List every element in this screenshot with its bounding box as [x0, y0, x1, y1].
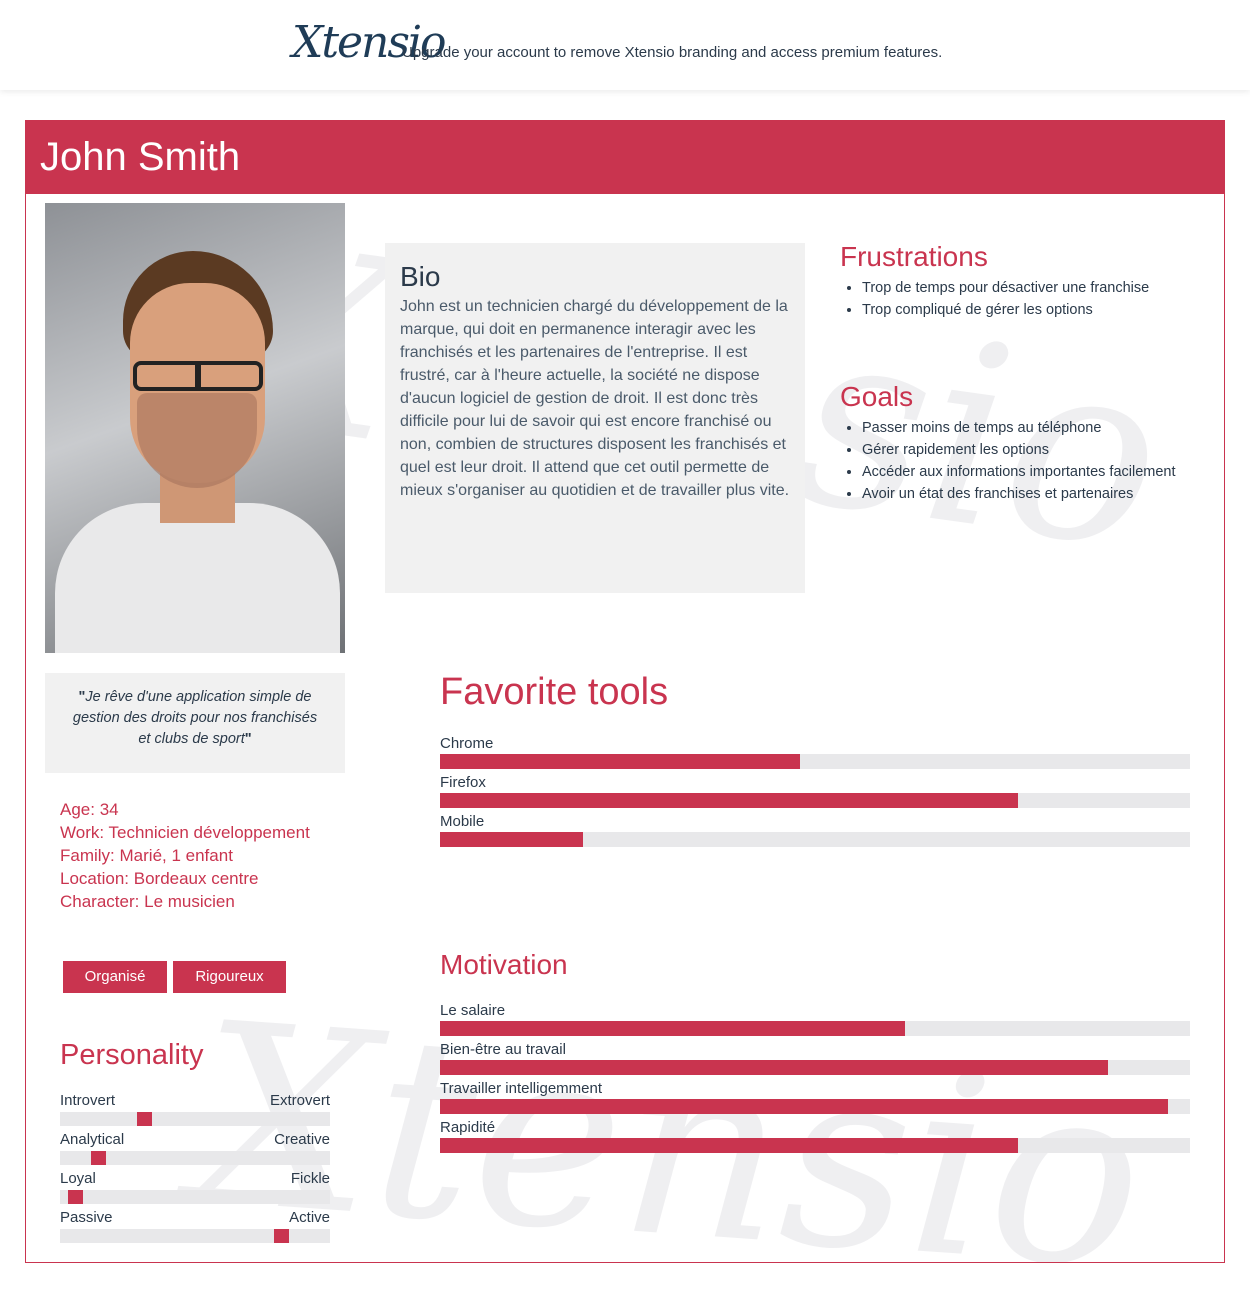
slider-right-label: Fickle — [290, 1170, 330, 1187]
slider-knob[interactable] — [274, 1229, 289, 1243]
motivation-title[interactable]: Motivation — [440, 949, 568, 981]
persona-card: Xtensio Xtensio John Smith "Je rêve d'un… — [25, 120, 1225, 1263]
detail-character: Character: Le musicien — [60, 890, 310, 913]
list-item: Avoir un état des franchises et partenai… — [862, 483, 1202, 505]
detail-label: Location: — [60, 869, 129, 888]
bar-fill — [440, 793, 1018, 808]
list-item: Trop de temps pour désactiver une franch… — [862, 277, 1202, 299]
bar-fill — [440, 1099, 1168, 1114]
bar-label: Rapidité — [440, 1119, 496, 1136]
detail-age: Age: 34 — [60, 798, 310, 821]
list-item: Trop compliqué de gérer les options — [862, 299, 1202, 321]
slider-left-label: Analytical — [60, 1131, 125, 1148]
list-item: Gérer rapidement les options — [862, 439, 1202, 461]
bar-label: Firefox — [440, 774, 486, 791]
detail-value: Marié, 1 enfant — [119, 846, 233, 865]
tag-organise[interactable]: Organisé — [63, 961, 167, 993]
persona-details[interactable]: Age: 34 Work: Technicien développement F… — [60, 798, 310, 913]
detail-value: Technicien développement — [108, 823, 310, 842]
detail-label: Age: — [60, 800, 95, 819]
bar-fill — [440, 754, 800, 769]
bar-label: Mobile — [440, 813, 485, 830]
slider-knob[interactable] — [91, 1151, 106, 1165]
motivation-bar-bien-etre[interactable]: Bien-être au travail — [440, 1040, 1190, 1075]
bar-fill — [440, 832, 583, 847]
detail-family: Family: Marié, 1 enfant — [60, 844, 310, 867]
slider-track[interactable] — [60, 1112, 330, 1126]
detail-value: 34 — [99, 800, 119, 819]
favorite-tools-title[interactable]: Favorite tools — [440, 671, 668, 714]
motivation-bar-rapidite[interactable]: Rapidité — [440, 1118, 1190, 1153]
persona-header: John Smith — [26, 121, 1224, 194]
slider-left-label: Loyal — [60, 1170, 96, 1187]
motivation-bar-travailler[interactable]: Travailler intelligemment — [440, 1079, 1190, 1114]
bar-track[interactable] — [440, 832, 1190, 847]
detail-value: Le musicien — [144, 892, 235, 911]
slider-right-label: Extrovert — [269, 1092, 330, 1109]
detail-value: Bordeaux centre — [133, 869, 259, 888]
photo-shirt — [55, 503, 340, 653]
slider-right-label: Active — [289, 1209, 330, 1226]
detail-label: Character: — [60, 892, 140, 911]
tool-bar-mobile[interactable]: Mobile — [440, 812, 1190, 847]
bar-track[interactable] — [440, 793, 1190, 808]
persona-quote[interactable]: "Je rêve d'une application simple de ges… — [45, 673, 345, 773]
tool-bar-chrome[interactable]: Chrome — [440, 734, 1190, 769]
bar-track[interactable] — [440, 1138, 1190, 1153]
detail-label: Work: — [60, 823, 105, 842]
upgrade-promo-text: Upgrade your account to remove Xtensio b… — [402, 44, 943, 61]
bar-track[interactable] — [440, 1021, 1190, 1036]
detail-location: Location: Bordeaux centre — [60, 867, 310, 890]
bio-title: Bio — [400, 261, 441, 292]
frustrations-title[interactable]: Frustrations — [840, 241, 988, 273]
tool-bar-firefox[interactable]: Firefox — [440, 773, 1190, 808]
bar-label: Le salaire — [440, 1002, 506, 1019]
bar-label: Bien-être au travail — [440, 1041, 566, 1058]
slider-left-label: Passive — [60, 1209, 113, 1226]
frustrations-list[interactable]: Trop de temps pour désactiver une franch… — [862, 277, 1202, 321]
persona-photo[interactable] — [45, 203, 345, 653]
upgrade-banner: Xtensio Upgrade your account to remove X… — [0, 0, 1250, 90]
bar-fill — [440, 1060, 1108, 1075]
quote-text: Je rêve d'une application simple de gest… — [72, 689, 318, 747]
slider-knob[interactable] — [68, 1190, 83, 1204]
photo-beard — [137, 393, 257, 488]
list-item: Passer moins de temps au téléphone — [862, 417, 1202, 439]
slider-knob[interactable] — [137, 1112, 152, 1126]
bio-text: John est un technicien chargé du dévelop… — [400, 298, 790, 499]
slider-right-label: Creative — [274, 1131, 330, 1148]
bar-fill — [440, 1138, 1018, 1153]
bar-track[interactable] — [440, 1099, 1190, 1114]
goals-title[interactable]: Goals — [840, 381, 913, 413]
bar-label: Travailler intelligemment — [440, 1080, 602, 1097]
bio-panel[interactable]: Bio John est un technicien chargé du dév… — [385, 243, 805, 593]
tag-rigoureux[interactable]: Rigoureux — [173, 961, 286, 993]
bar-label: Chrome — [440, 735, 494, 752]
photo-glasses — [133, 361, 263, 391]
slider-left-label: Introvert — [60, 1092, 116, 1109]
list-item: Accéder aux informations importantes fac… — [862, 461, 1202, 483]
persona-name[interactable]: John Smith — [40, 135, 240, 180]
slider-track[interactable] — [60, 1190, 330, 1204]
detail-work: Work: Technicien développement — [60, 821, 310, 844]
bar-track[interactable] — [440, 1060, 1190, 1075]
bar-fill — [440, 1021, 905, 1036]
quote-close-mark: " — [244, 731, 252, 747]
goals-list[interactable]: Passer moins de temps au téléphone Gérer… — [862, 417, 1202, 505]
slider-track[interactable] — [60, 1151, 330, 1165]
detail-label: Family: — [60, 846, 115, 865]
slider-track[interactable] — [60, 1229, 330, 1243]
personality-title[interactable]: Personality — [60, 1039, 203, 1072]
motivation-bar-salaire[interactable]: Le salaire — [440, 1001, 1190, 1036]
bar-track[interactable] — [440, 754, 1190, 769]
